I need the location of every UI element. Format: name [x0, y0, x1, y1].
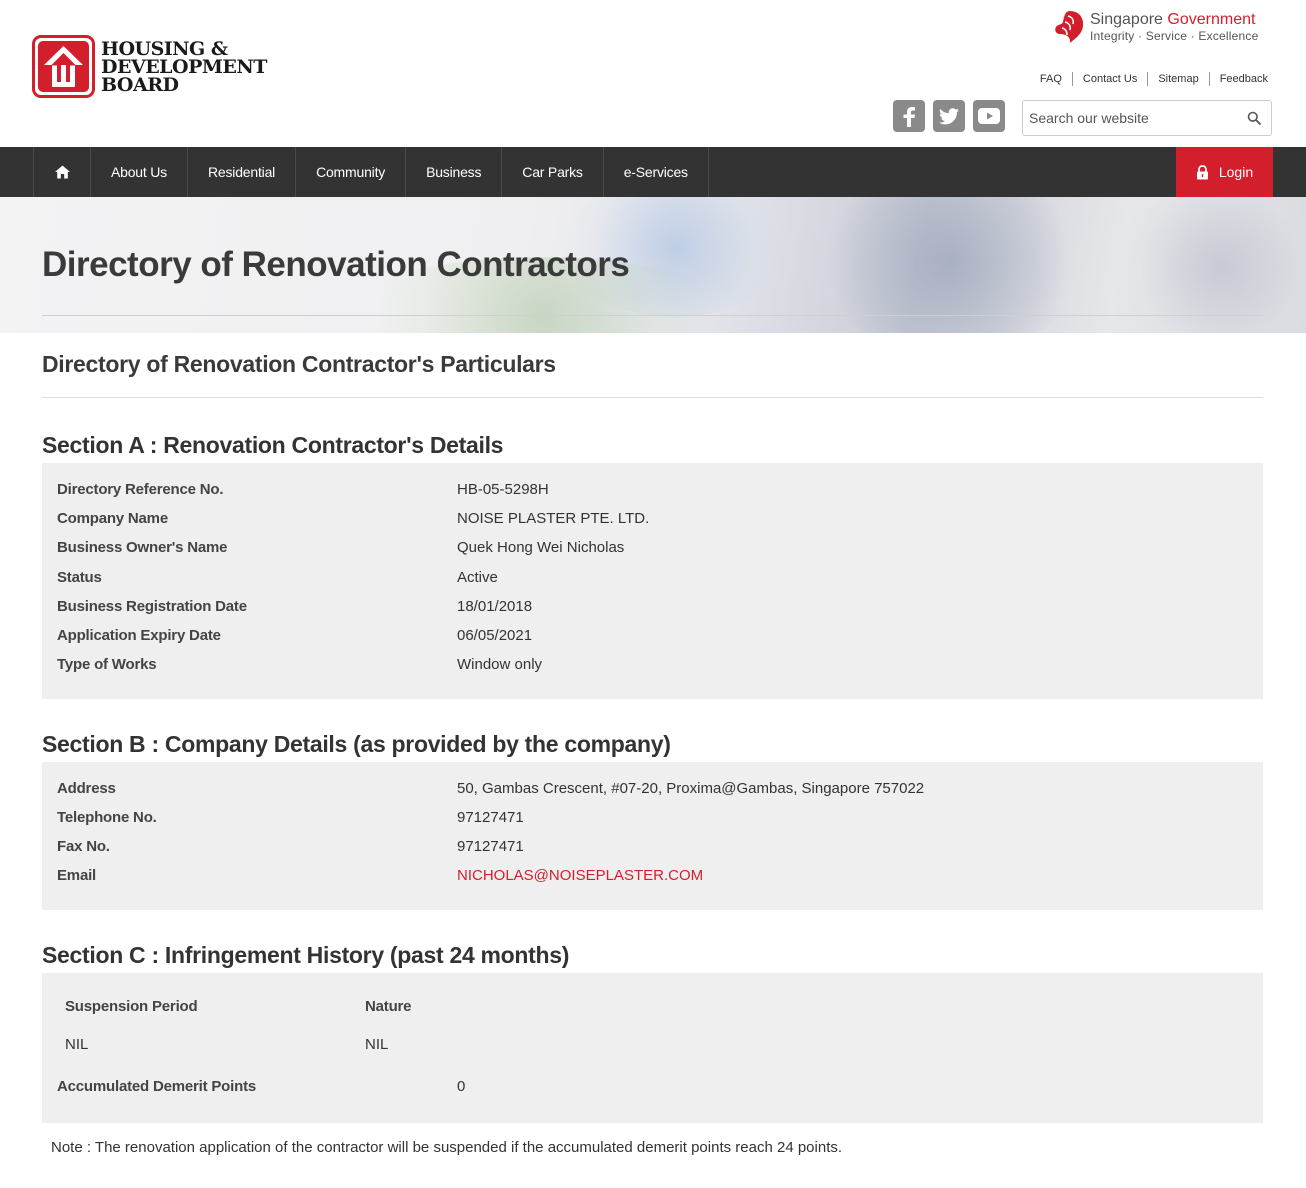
- detail-value: Window only: [457, 656, 543, 673]
- detail-label: Type of Works: [57, 656, 157, 673]
- login-label: Login: [1218, 164, 1254, 180]
- section-c-panel: Suspension Period Nature NIL NIL Accumul…: [42, 973, 1263, 1123]
- email-link[interactable]: NICHOLAS@NOISEPLASTER.COM: [457, 866, 703, 886]
- section-a-panel: Directory Reference No. HB-05-5298H Comp…: [42, 463, 1263, 699]
- detail-value: 06/05/2021: [457, 627, 533, 644]
- youtube-icon[interactable]: [973, 100, 1005, 132]
- search-icon[interactable]: [1247, 111, 1261, 125]
- demerit-label: Accumulated Demerit Points: [57, 1078, 257, 1095]
- detail-label: Fax No.: [57, 838, 110, 855]
- login-button[interactable]: Login: [1176, 147, 1273, 197]
- nature-header: Nature: [365, 998, 412, 1015]
- faq-link[interactable]: FAQ: [1030, 72, 1072, 86]
- hdb-wordmark: HOUSING & DEVELOPMENT BOARD: [101, 37, 267, 96]
- detail-label: Directory Reference No.: [57, 481, 224, 498]
- facebook-icon[interactable]: [893, 100, 925, 132]
- detail-label: Address: [57, 780, 116, 797]
- suspension-period-value: NIL: [65, 1036, 89, 1053]
- nav-community[interactable]: Community: [296, 147, 407, 197]
- sitemap-link[interactable]: Sitemap: [1147, 72, 1208, 86]
- nav-home[interactable]: [34, 147, 91, 197]
- detail-label: Application Expiry Date: [57, 627, 221, 644]
- singapore-government-logo[interactable]: Singapore Government Integrity · Service…: [1054, 10, 1258, 44]
- gov-name-b: Government: [1167, 11, 1256, 28]
- nature-value: NIL: [365, 1036, 389, 1053]
- detail-label: Email: [57, 867, 97, 884]
- nav-e-services[interactable]: e-Services: [604, 147, 709, 197]
- detail-label: Status: [57, 569, 102, 586]
- detail-value: 97127471: [457, 838, 524, 855]
- detail-value: Quek Hong Wei Nicholas: [457, 539, 625, 556]
- detail-value: 50, Gambas Crescent, #07-20, Proxima@Gam…: [457, 780, 925, 797]
- section-c-title: Section C : Infringement History (past 2…: [42, 942, 570, 968]
- subtitle-divider: [42, 397, 1263, 398]
- twitter-icon[interactable]: [933, 100, 965, 132]
- home-icon: [54, 165, 70, 179]
- detail-value: Active: [457, 569, 498, 586]
- detail-value: HB-05-5298H: [457, 481, 549, 498]
- page-title: Directory of Renovation Contractors: [42, 245, 630, 284]
- search-box: [1022, 100, 1272, 136]
- demerit-note: Note : The renovation application of the…: [51, 1139, 843, 1156]
- main-nav: About Us Residential Community Business …: [0, 147, 1306, 197]
- nav-about-us[interactable]: About Us: [91, 147, 188, 197]
- detail-value: 18/01/2018: [457, 598, 533, 615]
- nav-business[interactable]: Business: [406, 147, 503, 197]
- detail-value: NOISE PLASTER PTE. LTD.: [457, 510, 650, 527]
- lock-icon: [1196, 164, 1208, 179]
- hdb-house-icon: [32, 35, 95, 98]
- hdb-logo[interactable]: HOUSING & DEVELOPMENT BOARD: [32, 35, 267, 98]
- gov-name-a: Singapore: [1090, 11, 1163, 28]
- nav-residential[interactable]: Residential: [188, 147, 297, 197]
- detail-label: Company Name: [57, 510, 168, 527]
- page-subtitle: Directory of Renovation Contractor's Par…: [42, 351, 556, 377]
- lion-head-icon: [1055, 11, 1084, 43]
- suspension-period-header: Suspension Period: [65, 998, 198, 1015]
- detail-label: Business Registration Date: [57, 598, 247, 615]
- utility-links: FAQ Contact Us Sitemap Feedback: [1030, 72, 1268, 86]
- demerit-value: 0: [457, 1078, 466, 1095]
- detail-label: Business Owner's Name: [57, 539, 228, 556]
- section-b-panel: Address 50, Gambas Crescent, #07-20, Pro…: [42, 762, 1263, 910]
- search-input[interactable]: [1029, 108, 1239, 128]
- detail-label: Telephone No.: [57, 809, 157, 826]
- social-links: [893, 100, 1005, 132]
- page-banner: Directory of Renovation Contractors: [0, 197, 1306, 333]
- feedback-link[interactable]: Feedback: [1208, 72, 1268, 86]
- banner-divider: [42, 315, 1263, 316]
- contact-us-link[interactable]: Contact Us: [1071, 72, 1147, 86]
- gov-tagline: Integrity · Service · Excellence: [1090, 29, 1259, 43]
- site-header: HOUSING & DEVELOPMENT BOARD Singapore Go…: [0, 0, 1306, 147]
- section-a-title: Section A : Renovation Contractor's Deta…: [42, 432, 504, 458]
- section-b-title: Section B : Company Details (as provided…: [42, 731, 671, 757]
- detail-value: 97127471: [457, 809, 524, 826]
- nav-car-parks[interactable]: Car Parks: [502, 147, 604, 197]
